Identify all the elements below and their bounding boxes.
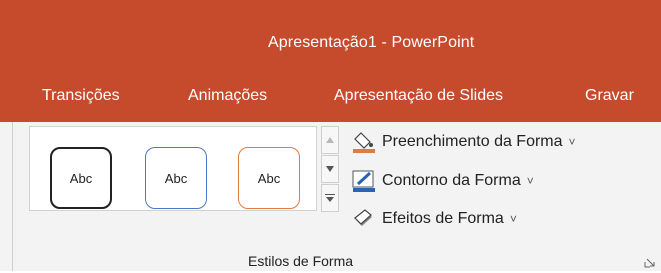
shape-style-orange-outline[interactable]: Abc — [238, 147, 300, 209]
tab-gravar[interactable]: Gravar — [585, 87, 634, 105]
shape-style-label: Abc — [257, 170, 281, 186]
shape-effects-icon — [352, 208, 376, 230]
shape-effects-label: Efeitos de Forma — [382, 210, 504, 227]
tab-animacoes[interactable]: Animações — [188, 87, 267, 105]
gallery-more-button[interactable] — [321, 184, 339, 212]
shape-fill-label: Preenchimento da Forma — [382, 133, 563, 150]
dialog-launcher-button[interactable] — [644, 255, 656, 268]
gallery-scroll-up-button[interactable] — [321, 126, 339, 154]
ribbon-tabs: Transições Animações Apresentação de Sli… — [0, 70, 661, 122]
window-title: Apresentação1 - PowerPoint — [268, 34, 475, 51]
shape-style-label: Abc — [69, 170, 93, 186]
pen-outline-icon — [352, 170, 376, 192]
group-divider — [12, 122, 13, 271]
shape-effects-button[interactable]: Efeitos de Forma ˅ — [352, 206, 517, 232]
chevron-down-icon: ˅ — [526, 174, 534, 188]
tab-transicoes[interactable]: Transições — [42, 87, 120, 105]
gallery-scroll-down-button[interactable] — [321, 155, 339, 183]
dialog-launcher-icon — [644, 258, 655, 268]
title-bar: Apresentação1 - PowerPoint — [0, 0, 661, 70]
shape-outline-label: Contorno da Forma — [382, 172, 521, 189]
shape-style-black-outline[interactable]: Abc — [50, 147, 112, 209]
chevron-down-icon: ˅ — [568, 135, 576, 149]
expand-gallery-icon — [325, 194, 335, 202]
group-label-shape-styles: Estilos de Forma — [248, 253, 354, 269]
shape-style-blue-outline[interactable]: Abc — [145, 147, 207, 209]
caret-up-icon — [326, 137, 334, 143]
shape-style-label: Abc — [164, 170, 188, 186]
shape-outline-button[interactable]: Contorno da Forma ˅ — [352, 168, 534, 194]
tab-apresentacao-de-slides[interactable]: Apresentação de Slides — [334, 87, 503, 105]
paint-bucket-icon — [352, 131, 376, 153]
shape-fill-button[interactable]: Preenchimento da Forma ˅ — [352, 129, 576, 155]
shape-styles-gallery: Abc Abc Abc — [29, 126, 317, 211]
caret-down-icon — [326, 166, 334, 172]
chevron-down-icon: ˅ — [509, 212, 517, 226]
